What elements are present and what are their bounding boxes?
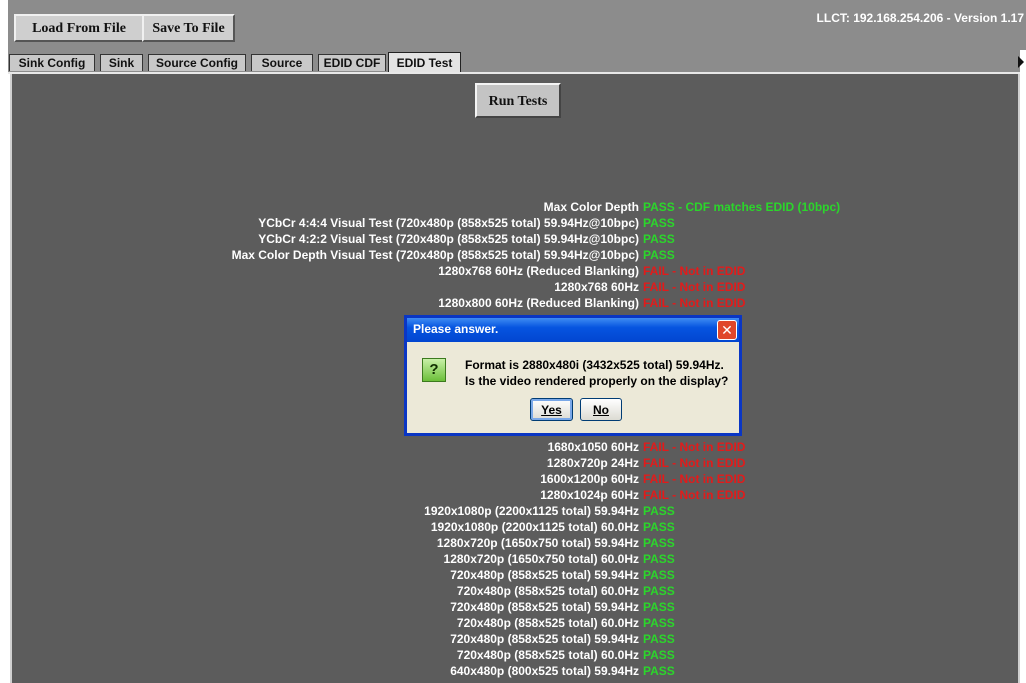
result-status: FAIL - Not in EDID (643, 264, 746, 278)
result-row: 1280x768 60Hz FAIL - Not in EDID (12, 280, 1022, 296)
result-status: PASS (643, 504, 675, 518)
result-label: 720x480p (858x525 total) 60.0Hz (456, 616, 639, 630)
result-row: 720x480p (858x525 total) 59.94Hz PASS (12, 632, 1022, 648)
no-button[interactable]: No (580, 398, 622, 421)
result-label: 720x480p (858x525 total) 60.0Hz (456, 584, 639, 598)
result-label: 1280x720p (1650x750 total) 59.94Hz (436, 536, 639, 550)
result-row: 640x480p (800x525 total) 59.94Hz PASS (12, 664, 1022, 680)
result-status: FAIL - Not in EDID (643, 296, 746, 310)
toolbar: Load From File Save To File LLCT: 192.16… (8, 0, 1026, 50)
result-status: PASS (643, 232, 675, 246)
save-to-file-button[interactable]: Save To File (142, 14, 235, 42)
yes-label: Yes (541, 403, 562, 417)
result-status: PASS (643, 568, 675, 582)
load-from-file-button[interactable]: Load From File (14, 14, 144, 42)
result-label: 720x480p (858x525 total) 59.94Hz (450, 568, 639, 582)
tab-edid-cdf[interactable]: EDID CDF (318, 54, 386, 71)
result-row: 1600x1200p 60Hz FAIL - Not in EDID (12, 472, 1022, 488)
result-row: 720x480p (858x525 total) 60.0Hz PASS (12, 616, 1022, 632)
result-label: 1680x1050 60Hz (547, 440, 639, 454)
result-label: Max Color Depth (543, 200, 639, 214)
result-row: 720x480p (858x525 total) 60.0Hz PASS (12, 584, 1022, 600)
result-label: 1920x1080p (2200x1125 total) 60.0Hz (430, 520, 639, 534)
run-tests-button[interactable]: Run Tests (475, 83, 561, 118)
tab-scroll-right-icon[interactable] (1018, 56, 1024, 68)
result-row: 720x480p (858x525 total) 60.0Hz PASS (12, 648, 1022, 664)
result-status: FAIL - Not in EDID (643, 472, 746, 486)
tab-strip: Sink Config Sink Source Config Source ED… (8, 50, 1024, 74)
dialog-message-line2: Is the video rendered properly on the di… (465, 374, 729, 388)
app-title: LLCT: 192.168.254.206 - Version 1.17 (816, 11, 1024, 25)
result-label: 1280x768 60Hz (Reduced Blanking) (438, 264, 639, 278)
result-status: PASS - CDF matches EDID (10bpc) (643, 200, 841, 214)
result-status: PASS (643, 536, 675, 550)
result-status: FAIL - Not in EDID (643, 440, 746, 454)
result-status: PASS (643, 664, 675, 678)
result-status: FAIL - Not in EDID (643, 280, 746, 294)
confirm-dialog: Please answer. ✕ ? Format is 2880x480i (… (404, 315, 742, 436)
result-status: PASS (643, 552, 675, 566)
result-label: Max Color Depth Visual Test (720x480p (8… (231, 248, 639, 262)
tab-edid-test[interactable]: EDID Test (388, 52, 461, 72)
result-status: PASS (643, 632, 675, 646)
result-row: Max Color Depth PASS - CDF matches EDID (… (12, 200, 1022, 216)
result-row: YCbCr 4:4:4 Visual Test (720x480p (858x5… (12, 216, 1022, 232)
result-label: 1280x800 60Hz (Reduced Blanking) (438, 296, 639, 310)
result-row: 1280x768 60Hz (Reduced Blanking) FAIL - N… (12, 264, 1022, 280)
result-row: 1280x720p (1650x750 total) 59.94Hz PASS (12, 536, 1022, 552)
tab-sink[interactable]: Sink (100, 54, 143, 71)
result-label: 1280x720p (1650x750 total) 60.0Hz (443, 552, 639, 566)
close-icon[interactable]: ✕ (717, 320, 737, 340)
result-label: 640x480p (800x525 total) 59.94Hz (450, 664, 639, 678)
dialog-title: Please answer. (413, 322, 499, 336)
result-status: PASS (643, 216, 675, 230)
result-status: FAIL - Not in EDID (643, 488, 746, 502)
result-label: YCbCr 4:2:2 Visual Test (720x480p (858x5… (258, 232, 639, 246)
result-label: 1280x768 60Hz (554, 280, 639, 294)
result-row: 1680x1050 60Hz FAIL - Not in EDID (12, 440, 1022, 456)
result-label: 720x480p (858x525 total) 60.0Hz (456, 648, 639, 662)
result-row: 1920x1080p (2200x1125 total) 59.94Hz PASS (12, 504, 1022, 520)
result-row: 1280x1024p 60Hz FAIL - Not in EDID (12, 488, 1022, 504)
no-label: No (593, 403, 609, 417)
question-icon: ? (422, 358, 446, 382)
tab-source-config[interactable]: Source Config (148, 54, 246, 71)
result-status: PASS (643, 248, 675, 262)
result-label: 720x480p (858x525 total) 59.94Hz (450, 600, 639, 614)
result-row: YCbCr 4:2:2 Visual Test (720x480p (858x5… (12, 232, 1022, 248)
result-status: PASS (643, 616, 675, 630)
result-row: 1280x720p (1650x750 total) 60.0Hz PASS (12, 552, 1022, 568)
result-label: YCbCr 4:4:4 Visual Test (720x480p (858x5… (258, 216, 639, 230)
result-status: PASS (643, 584, 675, 598)
result-row: 720x480p (858x525 total) 59.94Hz PASS (12, 568, 1022, 584)
result-row: 1280x800 60Hz (Reduced Blanking) FAIL - N… (12, 296, 1022, 312)
result-label: 1920x1080p (2200x1125 total) 59.94Hz (424, 504, 639, 518)
tab-sink-config[interactable]: Sink Config (9, 54, 95, 71)
result-status: FAIL - Not in EDID (643, 456, 746, 470)
result-status: PASS (643, 600, 675, 614)
result-label: 1280x720p 24Hz (546, 456, 639, 470)
dialog-message-line1: Format is 2880x480i (3432x525 total) 59.… (465, 358, 724, 372)
result-row: 1920x1080p (2200x1125 total) 60.0Hz PASS (12, 520, 1022, 536)
result-row: 1280x720p 24Hz FAIL - Not in EDID (12, 456, 1022, 472)
result-status: PASS (643, 520, 675, 534)
result-status: PASS (643, 648, 675, 662)
yes-button[interactable]: Yes (530, 398, 573, 421)
result-row: Max Color Depth Visual Test (720x480p (8… (12, 248, 1022, 264)
result-label: 720x480p (858x525 total) 59.94Hz (450, 632, 639, 646)
result-label: 1280x1024p 60Hz (540, 488, 639, 502)
tab-source[interactable]: Source (251, 54, 313, 71)
result-row: 720x480p (858x525 total) 59.94Hz PASS (12, 600, 1022, 616)
dialog-titlebar[interactable]: Please answer. ✕ (407, 318, 739, 342)
result-label: 1600x1200p 60Hz (540, 472, 639, 486)
